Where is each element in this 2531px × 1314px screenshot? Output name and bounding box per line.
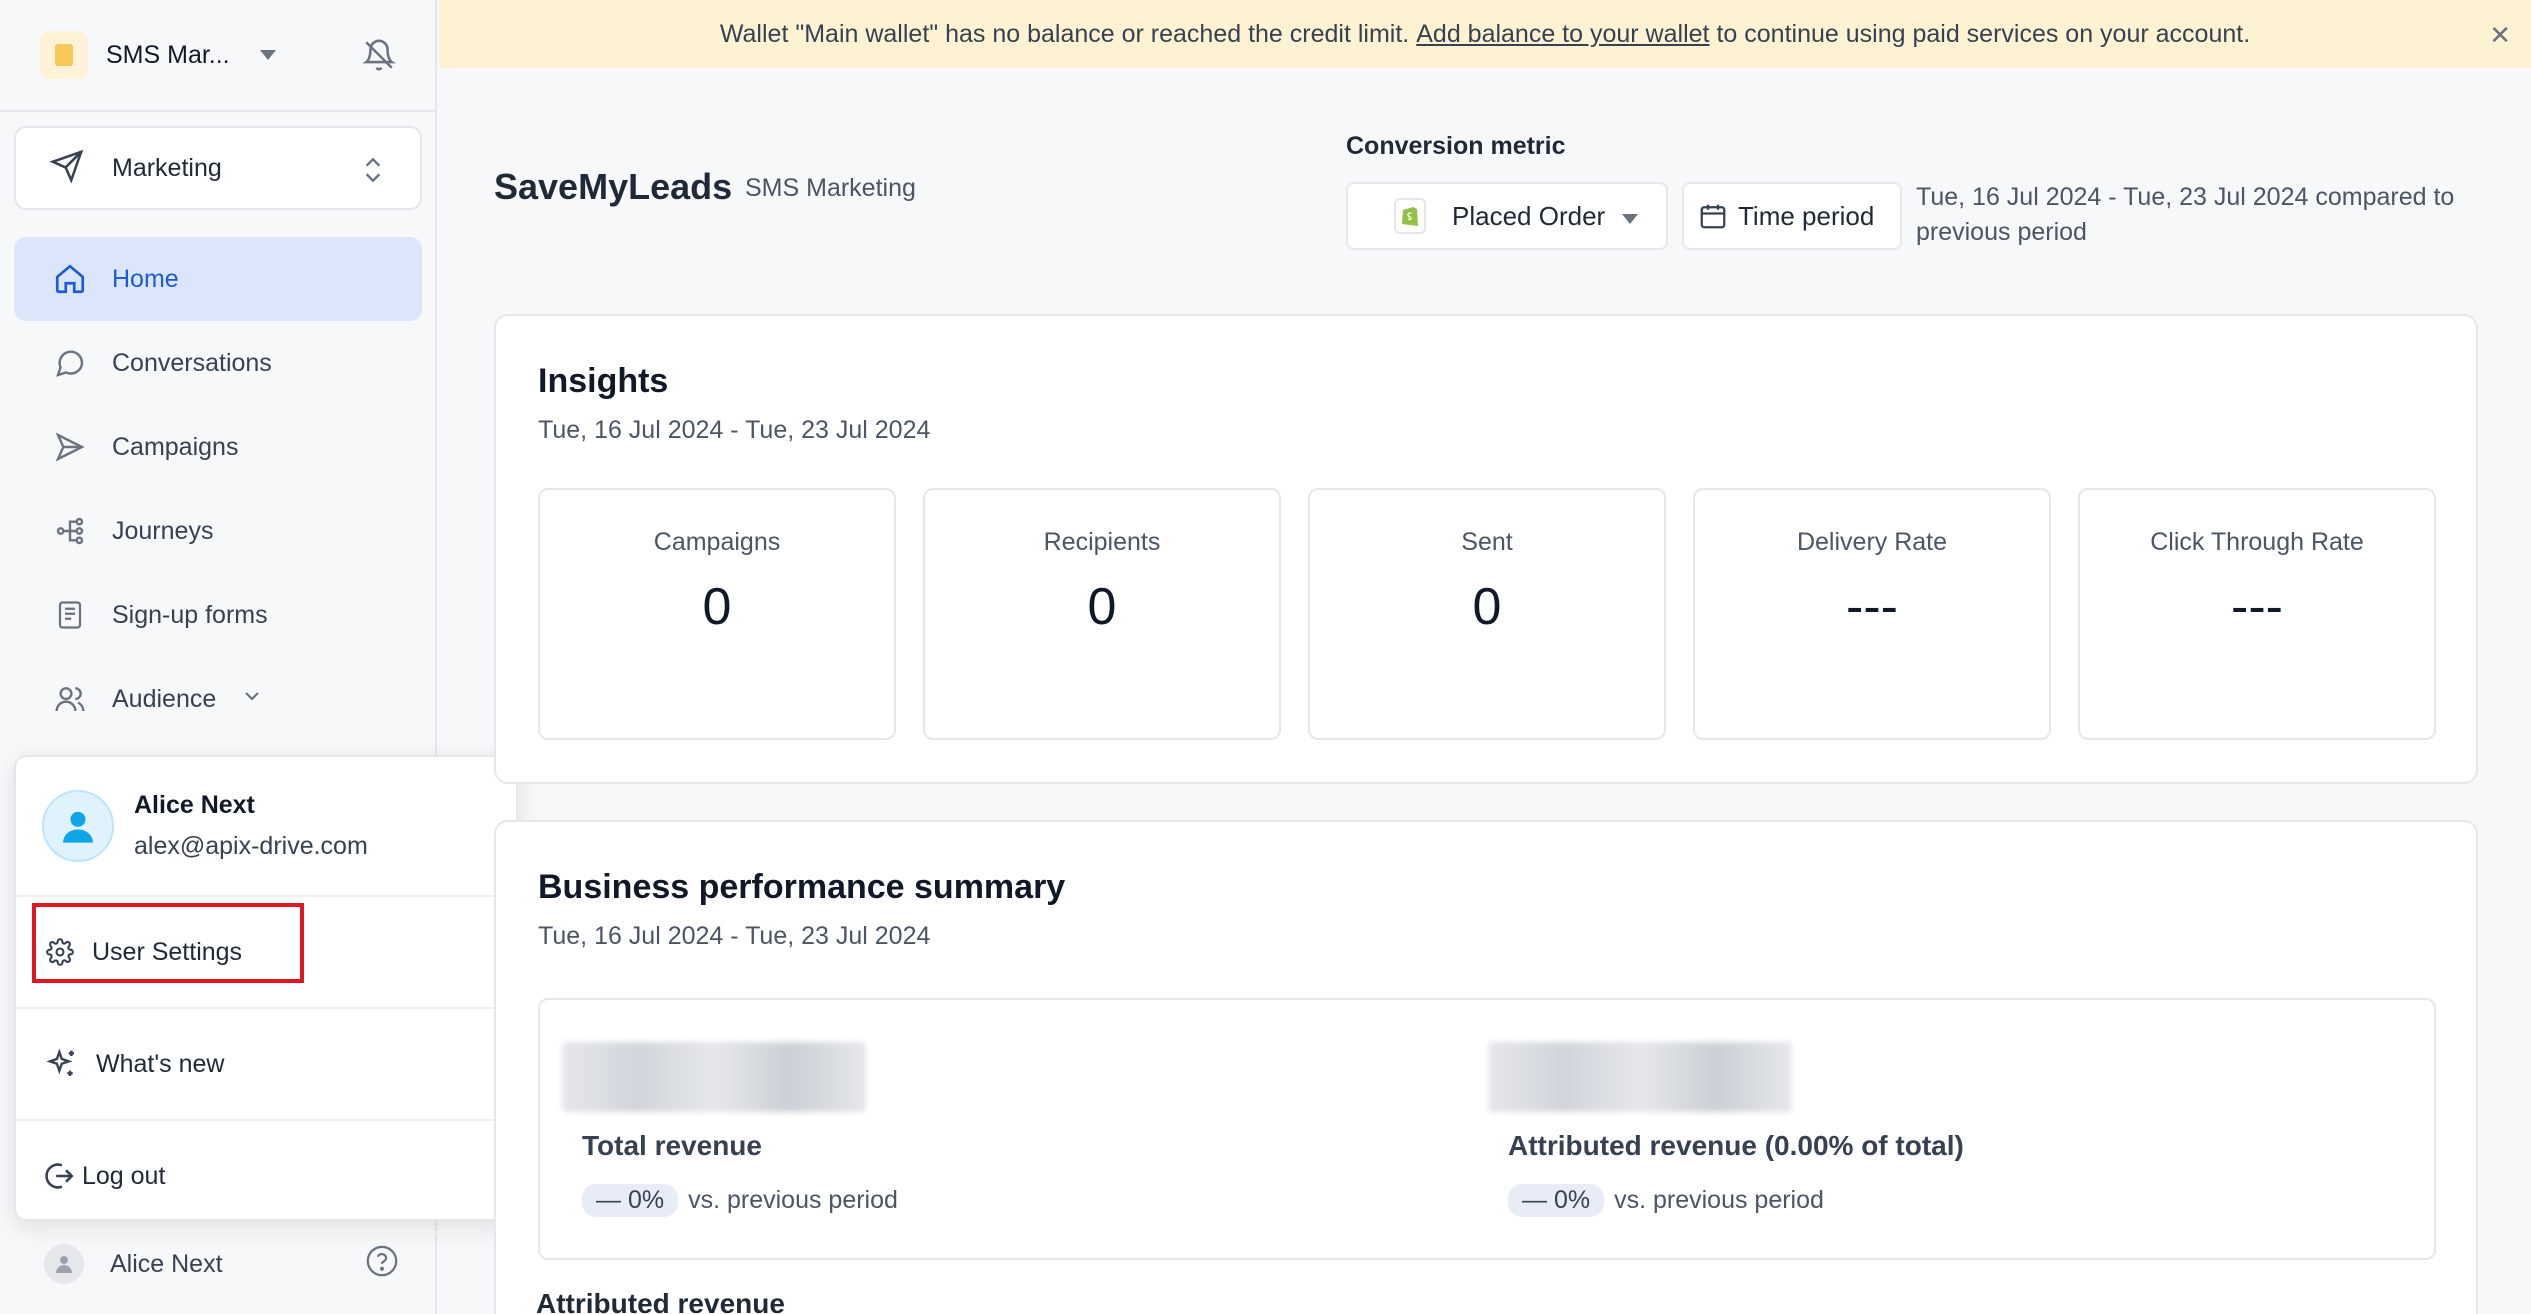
- insights-title: Insights: [538, 362, 669, 400]
- vs-previous-text: vs. previous period: [1614, 1186, 1824, 1214]
- popup-user-name: Alice Next: [134, 791, 255, 819]
- insights-date: Tue, 16 Jul 2024 - Tue, 23 Jul 2024: [538, 416, 931, 444]
- sidebar-user-menu[interactable]: Alice Next: [0, 1224, 437, 1304]
- conversion-metric-label: Conversion metric: [1346, 132, 1566, 160]
- workspace-name: SMS Mar...: [106, 40, 230, 69]
- sidebar-user-name: Alice Next: [110, 1249, 223, 1278]
- conversion-metric-select[interactable]: Placed Order: [1346, 182, 1668, 250]
- popup-user-info: Alice Next alex@apix-drive.com: [16, 757, 516, 897]
- metric-label: Recipients: [1043, 528, 1161, 556]
- date-range-text: Tue, 16 Jul 2024 - Tue, 23 Jul 2024 comp…: [1916, 183, 2455, 246]
- help-icon[interactable]: [365, 1244, 399, 1285]
- highlight-box: [32, 903, 304, 983]
- metric-value: ---: [2231, 578, 2283, 636]
- time-period-label: Time period: [1738, 200, 1875, 231]
- home-icon: [52, 261, 88, 297]
- sidebar-item-journeys[interactable]: Journeys: [14, 489, 422, 573]
- add-balance-link[interactable]: Add balance to your wallet: [1416, 20, 1709, 49]
- avatar: [42, 790, 114, 862]
- banner-text: Wallet "Main wallet" has no balance or r…: [719, 19, 1410, 48]
- sidebar-item-label: Home: [112, 264, 179, 293]
- attributed-revenue-heading: Attributed revenue: [536, 1288, 785, 1314]
- close-icon[interactable]: ✕: [2489, 20, 2511, 51]
- chat-icon: [52, 345, 88, 381]
- sidebar-item-conversations[interactable]: Conversations: [14, 321, 422, 405]
- chevron-down-icon: [259, 50, 276, 60]
- flow-icon: [52, 513, 88, 549]
- time-period-button[interactable]: Time period: [1682, 182, 1902, 250]
- total-revenue-label: Total revenue: [582, 1130, 762, 1161]
- sidebar-item-label: Audience: [112, 684, 217, 713]
- sidebar-item-signup-forms[interactable]: Sign-up forms: [14, 573, 422, 657]
- send-icon: [49, 149, 84, 188]
- revenue-summary: Total revenue — 0% vs. previous period A…: [538, 998, 2436, 1260]
- change-badge: — 0%: [1508, 1184, 1605, 1217]
- vs-previous-text: vs. previous period: [688, 1186, 898, 1214]
- wallet-warning-banner: Wallet "Main wallet" has no balance or r…: [439, 0, 2531, 68]
- channel-switcher[interactable]: Marketing: [14, 126, 422, 210]
- metric-label: Campaigns: [653, 528, 781, 556]
- metric-sent: Sent 0: [1308, 488, 1666, 740]
- menu-item-log-out[interactable]: Log out: [16, 1121, 516, 1233]
- metric-click-through-rate: Click Through Rate ---: [2078, 488, 2436, 740]
- performance-date: Tue, 16 Jul 2024 - Tue, 23 Jul 2024: [538, 922, 931, 950]
- sparkle-icon: [46, 1048, 78, 1080]
- conversion-metric-value: Placed Order: [1452, 200, 1606, 231]
- change-badge: — 0%: [582, 1184, 679, 1217]
- bell-icon[interactable]: [362, 38, 396, 77]
- menu-item-label: What's new: [96, 1049, 225, 1078]
- menu-item-whats-new[interactable]: What's new: [16, 1009, 516, 1121]
- page-title: SaveMyLeads: [494, 166, 733, 207]
- total-revenue-value-blurred: [562, 1042, 866, 1112]
- metric-value: 0: [1472, 578, 1502, 636]
- chevron-down-icon: [240, 684, 264, 715]
- users-icon: [52, 681, 88, 717]
- avatar: [44, 1244, 84, 1284]
- total-revenue-change: — 0% vs. previous period: [582, 1184, 898, 1217]
- banner-text-after: to continue using paid services on your …: [1716, 19, 2251, 48]
- workspace-logo: [40, 31, 88, 79]
- metric-delivery-rate: Delivery Rate ---: [1693, 488, 2051, 740]
- shopify-icon: [1394, 198, 1426, 234]
- attributed-revenue-change: — 0% vs. previous period: [1508, 1184, 1824, 1217]
- popup-user-email: alex@apix-drive.com: [134, 832, 368, 860]
- sidebar-item-label: Conversations: [112, 348, 272, 377]
- user-menu-popup: Alice Next alex@apix-drive.com User Sett…: [14, 755, 518, 1233]
- chevron-updown-icon: [360, 154, 386, 191]
- sidebar-item-label: Sign-up forms: [112, 600, 268, 629]
- performance-title: Business performance summary: [538, 868, 1066, 906]
- attributed-revenue-value-blurred: [1488, 1042, 1792, 1112]
- metric-campaigns: Campaigns 0: [538, 488, 896, 740]
- page-subtitle: SMS Marketing: [745, 174, 916, 202]
- form-icon: [52, 597, 88, 633]
- logout-icon: [42, 1159, 76, 1193]
- metric-value: 0: [1087, 578, 1117, 636]
- channel-label: Marketing: [112, 153, 222, 182]
- sidebar-item-label: Campaigns: [112, 432, 239, 461]
- sidebar-item-audience[interactable]: Audience: [14, 657, 422, 741]
- sidebar-nav: Home Conversations Campaigns Journeys Si…: [14, 237, 422, 741]
- chevron-down-icon: [1622, 214, 1638, 224]
- metric-value: ---: [1846, 578, 1898, 636]
- calendar-icon: [1698, 201, 1728, 231]
- performance-card: Business performance summary Tue, 16 Jul…: [494, 820, 2478, 1314]
- metric-recipients: Recipients 0: [923, 488, 1281, 740]
- attributed-revenue-label: Attributed revenue (0.00% of total): [1508, 1130, 1964, 1161]
- metric-label: Delivery Rate: [1796, 528, 1948, 556]
- insights-card: Insights Tue, 16 Jul 2024 - Tue, 23 Jul …: [494, 314, 2478, 784]
- metric-label: Sent: [1461, 528, 1513, 556]
- sidebar-item-home[interactable]: Home: [14, 237, 422, 321]
- menu-item-label: Log out: [82, 1161, 166, 1190]
- sidebar-item-campaigns[interactable]: Campaigns: [14, 405, 422, 489]
- send-icon: [52, 429, 88, 465]
- metric-value: 0: [702, 578, 732, 636]
- sidebar-item-label: Journeys: [112, 516, 214, 545]
- metric-label: Click Through Rate: [2150, 528, 2364, 556]
